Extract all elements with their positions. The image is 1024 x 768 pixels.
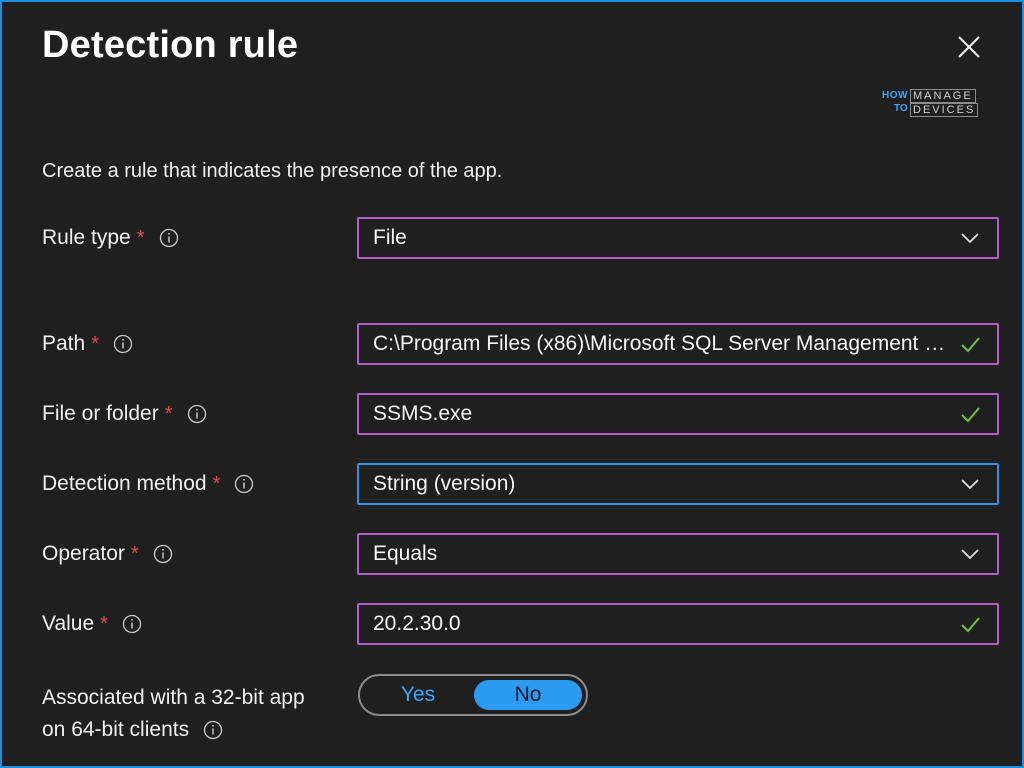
file-or-folder-label: File or folder * [42,402,207,426]
info-icon[interactable] [153,544,173,564]
value-label: Value * [42,612,142,636]
chevron-down-icon [961,233,979,244]
value-input[interactable]: 20.2.30.0 [357,603,999,645]
required-marker: * [164,402,173,425]
info-icon[interactable] [234,474,254,494]
checkmark-icon [961,407,980,423]
logo-devices-text: DEVICES [910,103,979,117]
logo-how-text: HOW [882,90,908,101]
file-or-folder-label-text: File or folder [42,402,159,425]
associated-label-line2: on 64-bit clients [42,718,190,741]
logo-to-text: TO [894,103,908,114]
associated-32bit-toggle[interactable]: Yes No [358,674,588,716]
path-label: Path * [42,332,133,356]
value-label-text: Value [42,612,95,635]
dialog-description: Create a rule that indicates the presenc… [42,160,503,182]
associated-32bit-label: Associated with a 32-bit app on 64-bit c… [42,682,305,746]
checkmark-icon [961,617,980,633]
required-marker: * [212,472,221,495]
path-label-text: Path [42,332,86,355]
file-or-folder-input[interactable]: SSMS.exe [357,393,999,435]
rule-type-dropdown[interactable]: File [357,217,999,259]
checkmark-icon [961,337,980,353]
info-icon[interactable] [122,614,142,634]
logo-manage-text: MANAGE [910,89,976,103]
toggle-no-option[interactable]: No [474,680,582,710]
value-value: 20.2.30.0 [373,612,461,635]
operator-label: Operator * [42,542,173,566]
detection-rule-panel: Detection rule HOW TO MANAGE DEVICES Cre… [0,0,1024,768]
required-marker: * [91,332,99,355]
info-icon[interactable] [203,720,223,740]
rule-type-label-text: Rule type [42,226,131,249]
close-button[interactable] [954,32,984,62]
required-marker: * [130,542,139,565]
operator-label-text: Operator [42,542,125,565]
path-value: C:\Program Files (x86)\Microsoft SQL Ser… [373,332,959,355]
chevron-down-icon [961,479,979,490]
required-marker: * [136,226,145,249]
path-input[interactable]: C:\Program Files (x86)\Microsoft SQL Ser… [357,323,999,365]
required-marker: * [100,612,108,635]
detection-method-value: String (version) [373,472,516,495]
operator-value: Equals [373,542,438,565]
detection-method-label-text: Detection method [42,472,207,495]
rule-type-label: Rule type * [42,226,179,250]
file-or-folder-value: SSMS.exe [373,402,473,425]
rule-type-value: File [373,226,407,249]
detection-method-dropdown[interactable]: String (version) [357,463,999,505]
page-title: Detection rule [42,24,299,66]
associated-label-line2-row: on 64-bit clients [42,714,305,746]
operator-dropdown[interactable]: Equals [357,533,999,575]
htmd-logo: HOW TO MANAGE DEVICES [882,89,979,119]
chevron-down-icon [961,549,979,560]
info-icon[interactable] [113,334,133,354]
close-icon [958,36,980,58]
info-icon[interactable] [159,228,179,248]
detection-method-label: Detection method * [42,472,254,496]
info-icon[interactable] [187,404,207,424]
toggle-yes-option[interactable]: Yes [364,680,472,710]
associated-label-line1: Associated with a 32-bit app [42,686,305,709]
